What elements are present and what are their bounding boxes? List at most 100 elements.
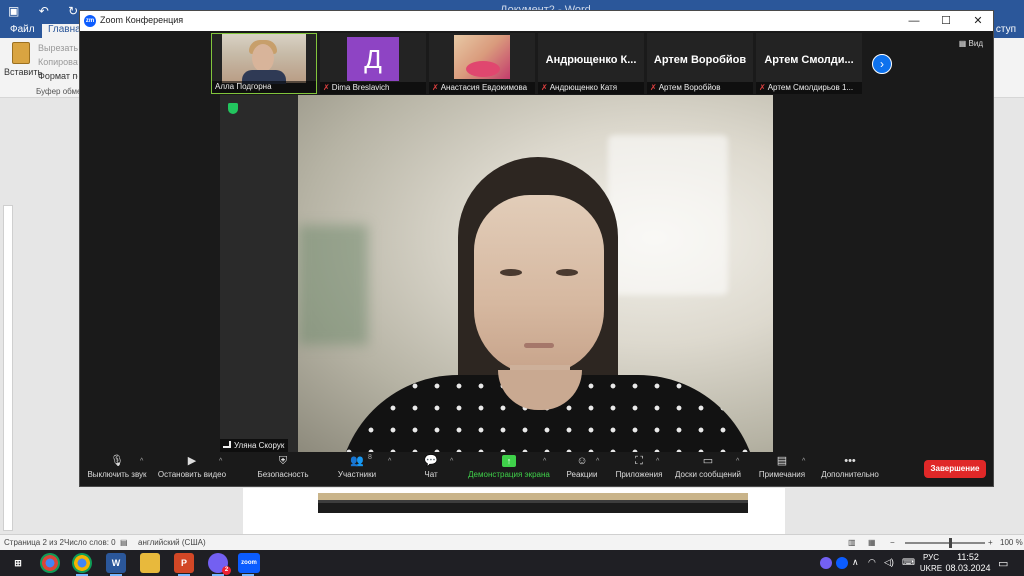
clock[interactable]: 11:52 08.03.2024 — [944, 552, 992, 574]
chevron-up-icon[interactable]: ^ — [736, 458, 739, 465]
zoom-slider[interactable] — [905, 538, 985, 548]
participant-tile[interactable]: Андрющенко К... ✗ Андрющенко Катя — [538, 33, 644, 94]
redo-icon[interactable]: ↻ — [68, 4, 78, 18]
tab-file[interactable]: Файл — [4, 24, 41, 35]
participant-tile[interactable]: Алла Подгорна — [211, 33, 317, 94]
file-explorer-icon[interactable] — [140, 553, 160, 573]
chevron-up-icon[interactable]: ^ — [219, 458, 222, 465]
read-mode-icon[interactable]: ▥ — [848, 538, 856, 547]
input-language[interactable]: РУС UKRE — [918, 552, 944, 574]
participant-big-name: Артем Воробйов — [653, 54, 747, 66]
zoom-level[interactable]: 100 % — [1000, 538, 1023, 547]
copy-button[interactable]: Копировать — [38, 55, 78, 69]
participant-video — [222, 34, 306, 84]
show-hidden-icon[interactable]: ∧ — [852, 557, 859, 576]
active-speaker-video[interactable] — [298, 95, 773, 452]
end-meeting-button[interactable]: Завершение — [924, 460, 986, 478]
minimize-button[interactable]: — — [898, 11, 930, 31]
participant-tile[interactable]: Артем Воробйов ✗ Артем Воробйов — [647, 33, 753, 94]
security-button[interactable]: ⛨ Безопасность — [254, 455, 312, 485]
proofing-icon[interactable]: ▤ — [120, 538, 128, 547]
word-icon[interactable]: W — [106, 553, 126, 576]
muted-mic-icon: ✗ — [650, 83, 657, 92]
format-painter-button[interactable]: Формат по образцу — [38, 69, 78, 83]
video-camera-icon: ▶ — [187, 455, 197, 467]
shield-icon: ⛨ — [278, 455, 288, 467]
zoom-out-icon[interactable]: − — [890, 538, 895, 547]
viber-tray-icon[interactable] — [820, 557, 832, 569]
participant-name: ✗ Dima Breslavich — [320, 82, 426, 94]
encryption-shield-icon — [228, 103, 238, 114]
participant-avatar: Д — [347, 37, 399, 81]
chevron-up-icon[interactable]: ^ — [140, 458, 143, 465]
participant-tile[interactable]: Артем Смолди... ✗ Артем Смолдирьов 1... — [756, 33, 862, 94]
apps-icon: ⛶ — [635, 455, 643, 467]
more-icon: ••• — [844, 455, 856, 467]
participants-count: 8 — [368, 454, 372, 461]
paste-button[interactable]: Вставить — [4, 42, 42, 86]
zoom-in-icon[interactable]: + — [988, 538, 993, 547]
vertical-ruler — [3, 205, 13, 531]
more-button[interactable]: ••• Дополнительно — [818, 455, 882, 485]
participant-name: ✗ Андрющенко Катя — [538, 82, 644, 94]
active-speaker-name: Уляна Скорук — [220, 439, 289, 452]
viber-icon[interactable]: 2 — [208, 553, 231, 576]
word-count[interactable]: Число слов: 0 — [64, 538, 116, 547]
chevron-up-icon[interactable]: ^ — [656, 458, 659, 465]
whiteboards-button[interactable]: ▭ Доски сообщений — [672, 455, 744, 485]
powerpoint-icon[interactable]: P — [174, 553, 194, 576]
notes-button[interactable]: ▤ Примечания — [756, 455, 808, 485]
muted-mic-icon: ✗ — [432, 83, 439, 92]
muted-mic-icon: ✗ — [323, 83, 330, 92]
participant-name: ✗ Анастасия Евдокимова — [429, 82, 535, 94]
chevron-up-icon[interactable]: ^ — [802, 458, 805, 465]
view-button[interactable]: ▦ Вид — [959, 39, 983, 48]
signal-icon — [223, 441, 231, 448]
window-title: Zoom Конференция — [100, 15, 184, 25]
volume-icon[interactable]: ◁) — [884, 557, 894, 576]
tab-share[interactable]: ступ — [990, 24, 1022, 35]
zoom-taskbar-icon[interactable]: zoom — [238, 553, 260, 576]
zoom-window: zm Zoom Конференция — ☐ ✕ Алла Подгорна … — [79, 10, 994, 487]
active-speaker-stage: Уляна Скорук — [220, 95, 773, 452]
chevron-up-icon[interactable]: ^ — [450, 458, 453, 465]
undo-icon[interactable]: ↶ — [39, 4, 49, 18]
notes-icon: ▤ — [776, 455, 788, 467]
participant-name: ✗ Артем Воробйов — [647, 82, 753, 94]
chevron-up-icon[interactable]: ^ — [543, 458, 546, 465]
zoom-tray-icon[interactable] — [836, 557, 848, 569]
participant-name: Алла Подгорна — [212, 81, 316, 93]
wifi-icon[interactable]: ◠ — [868, 557, 876, 576]
pasted-screenshot-thumbnail — [318, 493, 748, 513]
close-button[interactable]: ✕ — [962, 11, 994, 31]
mute-button[interactable]: 🎙 Выключить звук — [86, 455, 148, 485]
print-layout-icon[interactable]: ▦ — [868, 538, 876, 547]
chevron-up-icon[interactable]: ^ — [596, 458, 599, 465]
language-indicator[interactable]: английский (США) — [138, 538, 206, 547]
chrome-profile-icon[interactable] — [72, 553, 92, 576]
share-screen-icon: ↑ — [502, 455, 516, 467]
cut-button[interactable]: Вырезать — [38, 41, 78, 55]
clipboard-icon — [12, 42, 30, 64]
stop-video-button[interactable]: ▶ Остановить видео — [156, 455, 228, 485]
participants-icon: 👥 — [350, 455, 364, 467]
reactions-button[interactable]: ☺ Реакции — [564, 455, 600, 485]
notifications-icon[interactable]: ▭ — [998, 557, 1008, 576]
participant-tile[interactable]: ✗ Анастасия Евдокимова — [429, 33, 535, 94]
maximize-button[interactable]: ☐ — [930, 11, 962, 31]
next-page-button[interactable]: › — [872, 54, 892, 74]
word-status-bar: Страница 2 из 2 Число слов: 0 ▤ английск… — [0, 534, 1024, 550]
share-screen-button[interactable]: ↑ Демонстрация экрана — [466, 455, 552, 485]
zoom-logo-icon: zm — [84, 15, 96, 27]
participant-name: ✗ Артем Смолдирьов 1... — [756, 82, 862, 94]
chevron-up-icon[interactable]: ^ — [388, 458, 391, 465]
chat-button[interactable]: 💬 Чат — [420, 455, 442, 485]
save-icon[interactable]: ▣ — [8, 4, 19, 18]
page-counter[interactable]: Страница 2 из 2 — [4, 538, 64, 547]
keyboard-icon[interactable]: ⌨ — [902, 557, 915, 576]
participant-tile[interactable]: Д ✗ Dima Breslavich — [320, 33, 426, 94]
viber-badge: 2 — [222, 566, 231, 575]
start-icon[interactable]: ⊞ — [8, 553, 28, 573]
chrome-icon[interactable] — [40, 553, 60, 573]
participant-big-name: Артем Смолди... — [764, 54, 854, 66]
